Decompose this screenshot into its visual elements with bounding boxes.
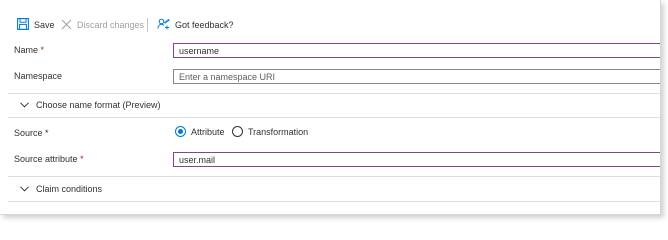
save-label: Save (34, 20, 55, 30)
choose-name-format-toggle[interactable]: Choose name format (Preview) (20, 98, 161, 112)
choose-name-format-label: Choose name format (Preview) (36, 100, 161, 110)
radio-label-transformation: Transformation (248, 126, 309, 137)
required-marker: * (80, 154, 84, 164)
radio-button-checked[interactable] (175, 126, 186, 137)
claim-conditions-toggle[interactable]: Claim conditions (20, 182, 102, 196)
feedback-icon (157, 18, 170, 33)
save-icon (17, 18, 29, 32)
source-radio-attribute[interactable]: Attribute (175, 125, 225, 138)
save-button[interactable]: Save (17, 17, 55, 33)
radio-label-attribute: Attribute (191, 126, 225, 137)
source-attribute-field-label: Source attribute * (14, 154, 84, 164)
divider (8, 93, 660, 94)
name-input[interactable] (173, 43, 660, 58)
source-attribute-input[interactable] (173, 152, 660, 167)
name-field-label: Name * (14, 45, 44, 55)
namespace-input[interactable] (173, 69, 660, 84)
feedback-label: Got feedback? (175, 20, 234, 30)
claim-editor-panel: Save Discard changes Got feedback? Name … (0, 0, 661, 215)
divider (8, 176, 660, 177)
close-icon (61, 19, 72, 32)
required-marker: * (40, 45, 45, 55)
namespace-label-text: Namespace (14, 71, 63, 81)
chevron-down-icon (20, 100, 29, 110)
source-radio-transformation[interactable]: Transformation (232, 125, 308, 138)
feedback-button[interactable]: Got feedback? (157, 17, 234, 33)
divider (8, 117, 660, 118)
chevron-down-icon (20, 184, 29, 194)
required-marker: * (45, 128, 49, 138)
name-label-text: Name (14, 45, 39, 55)
claim-conditions-label: Claim conditions (36, 184, 103, 194)
source-attribute-label-text: Source attribute (14, 154, 78, 164)
source-label-text: Source (14, 128, 43, 138)
radio-button-unchecked[interactable] (232, 126, 243, 137)
command-bar: Save Discard changes Got feedback? (0, 0, 660, 38)
namespace-field-label: Namespace (14, 71, 62, 81)
discard-changes-label: Discard changes (77, 20, 145, 30)
source-field-label: Source * (14, 128, 49, 138)
discard-changes-button[interactable]: Discard changes (61, 17, 144, 33)
toolbar-divider (147, 18, 148, 32)
divider (8, 201, 660, 202)
